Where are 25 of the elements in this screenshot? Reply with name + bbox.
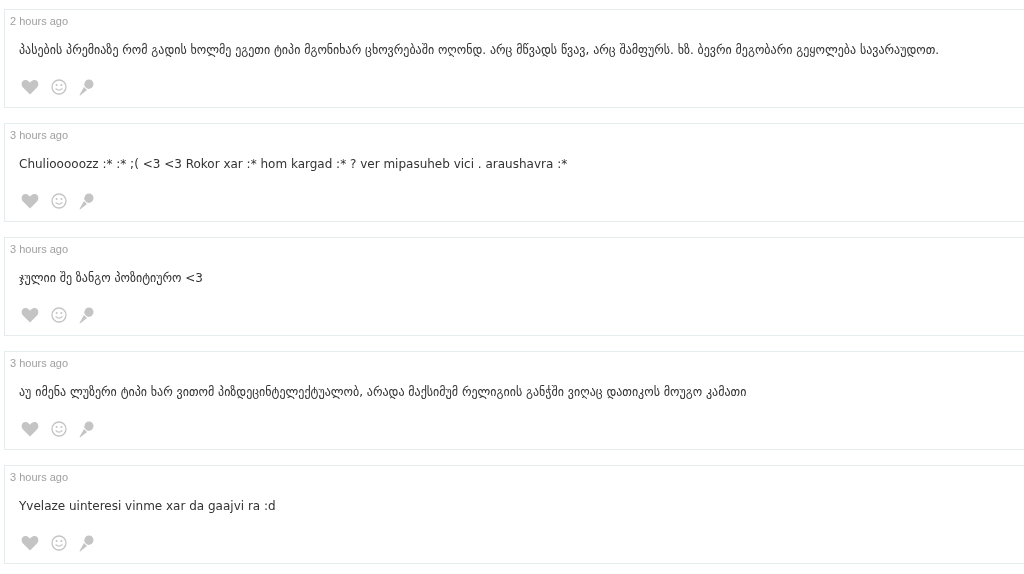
smiley-icon[interactable] bbox=[51, 535, 67, 551]
comment-text: ჯულიი შე ზანგო პოზიტიურო <3 bbox=[19, 271, 203, 286]
comment-time: 3 hours ago bbox=[10, 129, 69, 141]
comment-time: 3 hours ago bbox=[10, 471, 69, 483]
comment-time: 3 hours ago bbox=[10, 357, 69, 369]
heart-icon[interactable] bbox=[21, 193, 39, 209]
smiley-icon[interactable] bbox=[51, 421, 67, 437]
comment-text: პასების პრემიაზე რომ გადის ხოლმე ეგეთი ტიპი მგონიხარ ცხოვრებაში ოღონდ. არც მწვადს წვავ, არც შამფურს. ხზ. ბევრი მეგობარი გეყოლება სავარაუდოთ. bbox=[19, 43, 940, 58]
heart-icon[interactable] bbox=[21, 79, 39, 95]
comment-time: 2 hours ago bbox=[10, 15, 69, 27]
comment-text: Chuliooooozz :* :* ;( <3 <3 Rokor xar :* hom kargad :* ? ver mipasuheb vici . araushavra :* bbox=[19, 157, 568, 172]
pushpin-icon[interactable] bbox=[79, 78, 95, 96]
heart-icon[interactable] bbox=[21, 307, 39, 323]
heart-icon[interactable] bbox=[21, 421, 39, 437]
comment-text: Yvelaze uinteresi vinme xar da gaajvi ra :d bbox=[19, 499, 276, 514]
heart-icon[interactable] bbox=[21, 535, 39, 551]
smiley-icon[interactable] bbox=[51, 193, 67, 209]
pushpin-icon[interactable] bbox=[79, 534, 95, 552]
pushpin-icon[interactable] bbox=[79, 420, 95, 438]
smiley-icon[interactable] bbox=[51, 307, 67, 323]
comment-time: 3 hours ago bbox=[10, 243, 69, 255]
smiley-icon[interactable] bbox=[51, 79, 67, 95]
comment-text: აუ იმენა ლუზერი ტიპი ხარ ვითომ პიზდეცინტელექტუალობ, არადა მაქსიმუმ რელიგიის განჭში ვიღაც დათიკოს მოუგო კამათი bbox=[19, 385, 747, 400]
pushpin-icon[interactable] bbox=[79, 306, 95, 324]
pushpin-icon[interactable] bbox=[79, 192, 95, 210]
